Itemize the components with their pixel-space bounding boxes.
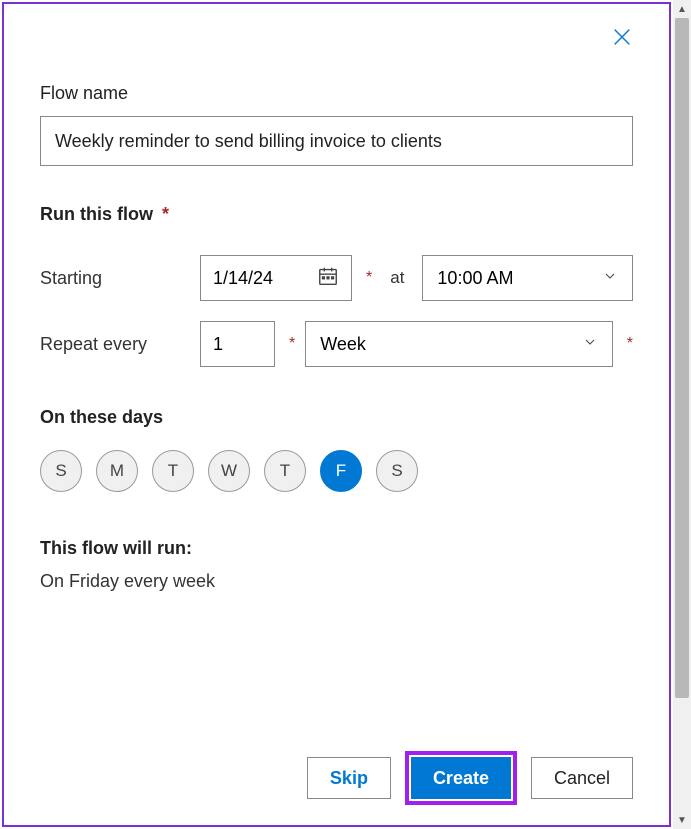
start-time-select[interactable]: 10:00 AM xyxy=(422,255,633,301)
required-marker: * xyxy=(289,335,295,353)
flow-name-label: Flow name xyxy=(40,83,633,104)
required-marker: * xyxy=(366,269,372,287)
chevron-down-icon xyxy=(602,268,618,289)
scroll-thumb[interactable] xyxy=(675,18,689,698)
day-sunday[interactable]: S xyxy=(40,450,82,492)
scrollbar[interactable]: ▲ ▼ xyxy=(673,0,691,829)
start-time-value: 10:00 AM xyxy=(437,268,513,289)
day-tuesday[interactable]: T xyxy=(152,450,194,492)
start-date-value: 1/14/24 xyxy=(213,268,273,289)
day-saturday[interactable]: S xyxy=(376,450,418,492)
scroll-down-icon[interactable]: ▼ xyxy=(673,811,691,829)
scroll-up-icon[interactable]: ▲ xyxy=(673,0,691,18)
run-this-flow-label: Run this flow * xyxy=(40,204,633,225)
repeat-every-label: Repeat every xyxy=(40,334,190,355)
days-selector: S M T W T F S xyxy=(40,450,633,492)
scroll-track[interactable] xyxy=(673,18,691,811)
highlight-box: Create xyxy=(405,751,517,805)
day-thursday[interactable]: T xyxy=(264,450,306,492)
repeat-count-input[interactable] xyxy=(200,321,275,367)
required-marker: * xyxy=(627,335,633,353)
required-marker: * xyxy=(162,204,169,224)
day-friday[interactable]: F xyxy=(320,450,362,492)
dialog-footer: Skip Create Cancel xyxy=(40,751,633,805)
chevron-down-icon xyxy=(582,334,598,355)
flow-name-input[interactable] xyxy=(40,116,633,166)
at-label: at xyxy=(390,268,404,288)
skip-button[interactable]: Skip xyxy=(307,757,391,799)
flow-schedule-dialog: Flow name Run this flow * Starting 1/14/… xyxy=(2,2,671,827)
summary-text: On Friday every week xyxy=(40,571,633,592)
cancel-button[interactable]: Cancel xyxy=(531,757,633,799)
day-monday[interactable]: M xyxy=(96,450,138,492)
create-button[interactable]: Create xyxy=(411,757,511,799)
start-date-input[interactable]: 1/14/24 xyxy=(200,255,352,301)
on-these-days-label: On these days xyxy=(40,407,633,428)
repeat-unit-select[interactable]: Week xyxy=(305,321,613,367)
close-icon[interactable] xyxy=(611,26,633,53)
starting-label: Starting xyxy=(40,268,190,289)
run-this-flow-text: Run this flow xyxy=(40,204,153,224)
repeat-unit-value: Week xyxy=(320,334,366,355)
summary-label: This flow will run: xyxy=(40,538,633,559)
day-wednesday[interactable]: W xyxy=(208,450,250,492)
calendar-icon[interactable] xyxy=(317,265,339,292)
